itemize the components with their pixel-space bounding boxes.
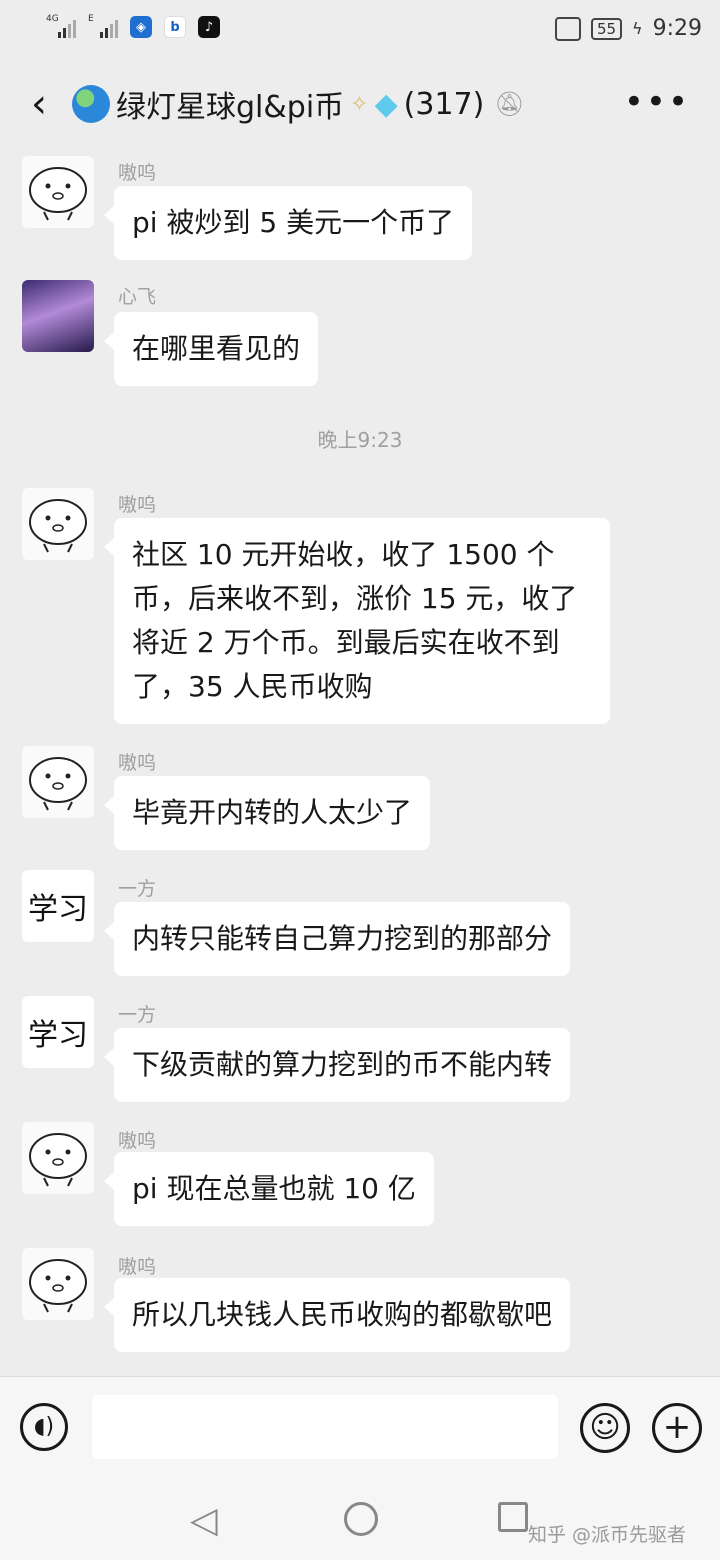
sender-name: 嗷呜	[118, 1130, 157, 1152]
mute-bell-icon: 🔕︎	[494, 90, 525, 118]
message-bubble[interactable]: 所以几块钱人民币收购的都歇歇吧	[103, 1278, 571, 1352]
battery-icon: 55	[590, 17, 623, 40]
network-type-label-2: E	[88, 14, 94, 24]
network-type-label: 4G	[46, 14, 59, 24]
avatar[interactable]: 学习	[22, 870, 94, 942]
charging-icon: ϟ	[632, 19, 643, 38]
avatar[interactable]	[22, 1122, 94, 1194]
system-nav-bar: ◁ 知乎 @派币先驱者	[0, 1476, 720, 1560]
nav-back-button[interactable]: ◁	[190, 1500, 218, 1541]
sender-name: 心飞	[118, 286, 157, 308]
voice-input-button[interactable]: ◖)	[20, 1403, 68, 1451]
status-bar: 4G E ◈ b ♪ 55 ϟ 9:29	[0, 0, 720, 62]
sender-name: 嗷呜	[118, 1256, 157, 1278]
back-button[interactable]: ‹	[22, 82, 56, 126]
message-bubble[interactable]: 下级贡献的算力挖到的币不能内转	[103, 1028, 571, 1102]
status-time: 9:29	[652, 16, 702, 41]
input-bar: ◖) ☺ +	[0, 1376, 720, 1476]
message-bubble[interactable]: 内转只能转自己算力挖到的那部分	[103, 902, 571, 976]
nav-home-button[interactable]	[344, 1502, 378, 1536]
voice-wave-icon: ◖)	[33, 1414, 55, 1439]
watermark: 知乎 @派币先驱者	[528, 1524, 687, 1546]
avatar[interactable]: 学习	[22, 996, 94, 1068]
message-bubble[interactable]: pi 现在总量也就 10 亿	[104, 1152, 434, 1226]
member-count: (317)	[403, 86, 485, 122]
smiley-icon: ☺	[589, 1410, 621, 1445]
shooting-star-emoji-icon: ✧	[350, 91, 369, 117]
globe-emoji-icon	[72, 85, 110, 123]
message-bubble[interactable]: 毕竟开内转的人太少了	[103, 776, 431, 850]
signal-icon-2: E	[88, 14, 118, 38]
sender-name: 嗷呜	[118, 494, 157, 516]
avatar[interactable]	[22, 746, 94, 818]
message-timestamp: 晚上9:23	[317, 428, 403, 452]
chat-header: ‹ 绿灯星球gl&pi币 ✧ ◆ (317) 🔕︎ •••	[0, 62, 720, 146]
diamond-emoji-icon: ◆	[374, 86, 398, 122]
vibrate-icon	[554, 16, 581, 41]
status-left: 4G E ◈ b ♪	[46, 14, 220, 38]
message-bubble[interactable]: 在哪里看见的	[103, 312, 319, 386]
avatar[interactable]	[22, 280, 94, 352]
sender-name: 一方	[118, 1004, 157, 1026]
tiktok-app-icon: ♪	[198, 16, 220, 38]
chat-title: 绿灯星球gl&pi币 ✧ ◆ (317) 🔕︎	[72, 82, 525, 126]
plus-icon: +	[662, 1407, 692, 1447]
group-name: 绿灯星球gl&pi币	[116, 90, 345, 125]
sender-name: 嗷呜	[118, 752, 157, 774]
message-bubble[interactable]: pi 被炒到 5 美元一个币了	[103, 186, 473, 260]
message-bubble[interactable]: 社区 10 元开始收，收了 1500 个币，后来收不到，涨价 15 元，收了将近…	[104, 518, 610, 724]
avatar[interactable]	[22, 1248, 94, 1320]
avatar[interactable]	[22, 156, 94, 228]
emoji-button[interactable]: ☺	[580, 1403, 630, 1453]
sender-name: 一方	[118, 878, 157, 900]
b-app-icon: b	[164, 16, 186, 38]
nav-recent-apps-button[interactable]	[498, 1502, 528, 1532]
avatar[interactable]	[22, 488, 94, 560]
status-right: 55 ϟ 9:29	[554, 16, 702, 41]
message-input[interactable]	[92, 1395, 558, 1459]
signal-icon: 4G	[46, 14, 76, 38]
shield-app-icon: ◈	[130, 16, 152, 38]
more-options-button[interactable]: •••	[624, 82, 690, 122]
sender-name: 嗷呜	[118, 162, 157, 184]
more-functions-button[interactable]: +	[652, 1403, 702, 1453]
